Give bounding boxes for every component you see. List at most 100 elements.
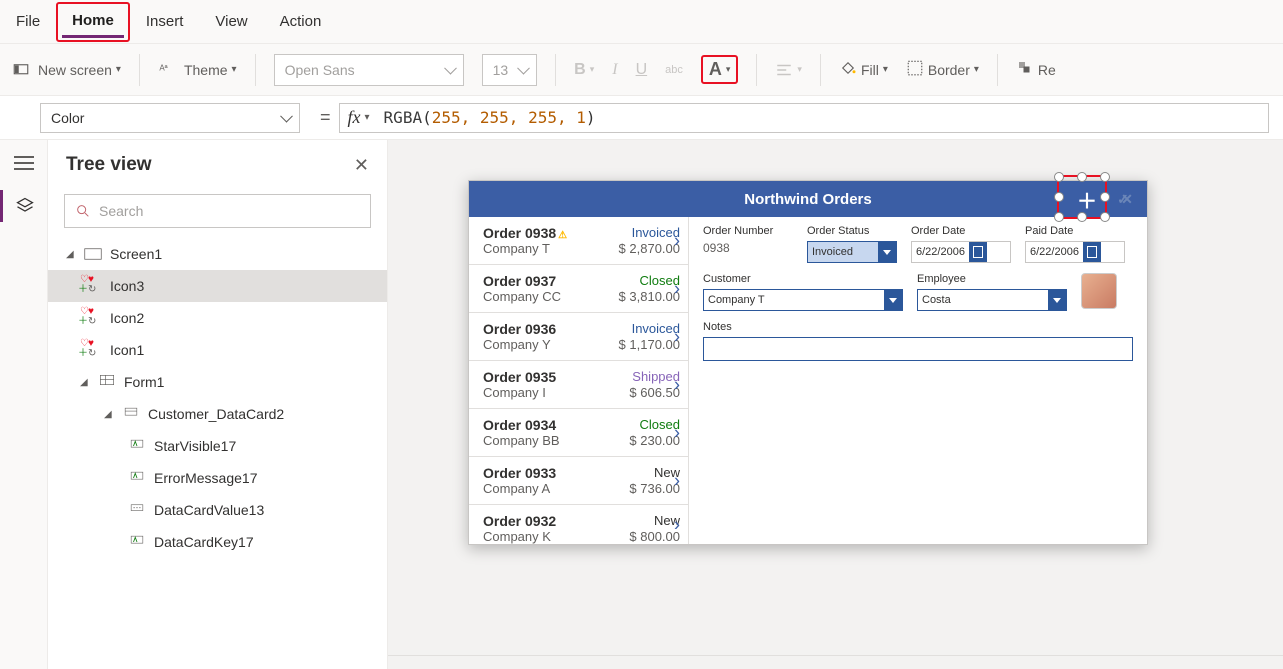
tree-title: Tree view <box>66 154 152 176</box>
tree-scroll[interactable]: ◢ Screen1 ♡♥＋↻ Icon3 ♡♥＋↻ Icon2 ♡♥＋↻ Ico… <box>48 238 387 669</box>
tree-datacardvalue[interactable]: DataCardValue13 <box>48 494 387 526</box>
label-order-date: Order Date <box>911 225 1011 237</box>
tree-panel: Tree view ✕ Search ◢ Screen1 ♡♥＋↻ Icon3 … <box>48 140 388 669</box>
tree-search-input[interactable]: Search <box>64 194 371 228</box>
tree-icon2-label: Icon2 <box>110 310 144 326</box>
label-order-status: Order Status <box>807 225 897 237</box>
order-row[interactable]: Order 0938⚠InvoicedCompany T$ 2,870.00› <box>469 217 688 265</box>
left-rail <box>0 140 48 669</box>
order-row[interactable]: Order 0933NewCompany A$ 736.00› <box>469 457 688 505</box>
tree-datacardkey[interactable]: DataCardKey17 <box>48 526 387 558</box>
bold-button[interactable]: B▾ <box>574 61 594 79</box>
tree-view-tab[interactable] <box>0 190 47 222</box>
order-row[interactable]: Order 0934ClosedCompany BB$ 230.00› <box>469 409 688 457</box>
strike-button[interactable]: abc <box>665 64 683 76</box>
tree-icon1[interactable]: ♡♥＋↻ Icon1 <box>48 334 387 366</box>
chevron-right-icon: › <box>674 326 680 347</box>
employee-dropdown[interactable]: Costa <box>917 289 1067 311</box>
theme-icon: Aª <box>158 61 176 79</box>
tree-datacardkey-label: DataCardKey17 <box>154 534 254 550</box>
order-row[interactable]: Order 0937ClosedCompany CC$ 3,810.00› <box>469 265 688 313</box>
menu-home[interactable]: Home <box>62 6 124 38</box>
border-button[interactable]: Border ▾ <box>906 59 979 80</box>
confirm-button[interactable]: ✓ <box>1103 181 1143 217</box>
label-employee: Employee <box>917 273 1067 285</box>
tree-starvisible[interactable]: StarVisible17 <box>48 430 387 462</box>
fill-label: Fill <box>861 62 879 78</box>
canvas-horizontal-scrollbar[interactable] <box>388 655 1283 669</box>
tree-starvisible-label: StarVisible17 <box>154 438 236 454</box>
label-notes: Notes <box>703 321 1133 333</box>
group-icon: ♡♥＋↻ <box>80 310 102 326</box>
fx-icon: fx <box>348 107 361 128</box>
chevron-right-icon: › <box>674 230 680 251</box>
menu-action[interactable]: Action <box>264 3 338 40</box>
highlight-home: Home <box>56 2 130 42</box>
menu-file[interactable]: File <box>0 3 56 40</box>
group-icon: ♡♥＋↻ <box>80 278 102 294</box>
new-screen-label: New screen <box>38 62 112 78</box>
customer-dropdown[interactable]: Company T <box>703 289 903 311</box>
notes-input[interactable] <box>703 337 1133 361</box>
align-button[interactable]: ▾ <box>775 61 802 79</box>
formula-bar: Color = fx ▾ RGBA(255, 255, 255, 1) <box>0 96 1283 140</box>
chevron-right-icon: › <box>674 278 680 299</box>
font-color-button[interactable]: A▾ <box>709 59 731 80</box>
add-order-button[interactable]: ＋ <box>1067 181 1107 217</box>
fill-button[interactable]: Fill ▾ <box>839 59 888 80</box>
label-icon <box>128 471 146 485</box>
form-icon <box>98 375 116 389</box>
main: Tree view ✕ Search ◢ Screen1 ♡♥＋↻ Icon3 … <box>0 140 1283 669</box>
new-screen-button[interactable]: New screen ▾ <box>38 62 121 78</box>
order-row[interactable]: Order 0935ShippedCompany I$ 606.50› <box>469 361 688 409</box>
search-icon <box>75 203 91 219</box>
reorder-icon <box>1016 59 1034 80</box>
chevron-right-icon: › <box>674 374 680 395</box>
formula-input[interactable]: fx ▾ RGBA(255, 255, 255, 1) <box>339 103 1269 133</box>
property-select[interactable]: Color <box>40 103 300 133</box>
label-icon <box>128 439 146 453</box>
app-title: Northwind Orders <box>469 191 1147 208</box>
paid-date-input[interactable]: 6/22/2006 <box>1025 241 1125 263</box>
tree-datacard[interactable]: ◢ Customer_DataCard2 <box>48 398 387 430</box>
order-row[interactable]: Order 0936InvoicedCompany Y$ 1,170.00› <box>469 313 688 361</box>
chevron-right-icon: › <box>674 470 680 491</box>
svg-text:Aª: Aª <box>159 63 167 72</box>
font-select[interactable]: Open Sans <box>274 54 464 86</box>
tree-screen1-label: Screen1 <box>110 246 162 262</box>
font-size-select[interactable]: 13 <box>482 54 538 86</box>
order-row[interactable]: Order 0932NewCompany K$ 800.00› <box>469 505 688 544</box>
tree-form1-label: Form1 <box>124 374 164 390</box>
app-preview: Northwind Orders ＋ ✕ ✓ Order 0938⚠Invoic… <box>468 180 1148 545</box>
menu-insert[interactable]: Insert <box>130 3 200 40</box>
tree-screen1[interactable]: ◢ Screen1 <box>48 238 387 270</box>
fill-icon <box>839 59 857 80</box>
tree-icon3[interactable]: ♡♥＋↻ Icon3 <box>48 270 387 302</box>
hamburger-icon[interactable] <box>14 156 34 170</box>
close-panel-button[interactable]: ✕ <box>354 155 369 176</box>
theme-button[interactable]: Theme ▾ <box>184 62 237 78</box>
chevron-right-icon: › <box>674 422 680 443</box>
status-dropdown[interactable]: Invoiced <box>807 241 897 263</box>
menu-view[interactable]: View <box>199 3 263 40</box>
tree-form1[interactable]: ◢ Form1 <box>48 366 387 398</box>
underline-button[interactable]: U <box>636 61 648 79</box>
new-screen-icon <box>12 61 30 79</box>
tree-errormsg[interactable]: ErrorMessage17 <box>48 462 387 494</box>
tree-errormsg-label: ErrorMessage17 <box>154 470 258 486</box>
chevron-right-icon: › <box>674 514 680 535</box>
tree-icon2[interactable]: ♡♥＋↻ Icon2 <box>48 302 387 334</box>
label-paid-date: Paid Date <box>1025 225 1125 237</box>
group-icon: ♡♥＋↻ <box>80 342 102 358</box>
order-date-input[interactable]: 6/22/2006 <box>911 241 1011 263</box>
border-icon <box>906 59 924 80</box>
tree-datacardvalue-label: DataCardValue13 <box>154 502 264 518</box>
italic-button[interactable]: I <box>612 61 617 79</box>
order-list[interactable]: Order 0938⚠InvoicedCompany T$ 2,870.00›O… <box>469 217 689 544</box>
search-placeholder: Search <box>99 203 143 219</box>
layers-icon <box>15 196 35 216</box>
theme-label: Theme <box>184 62 228 78</box>
tree-datacard-label: Customer_DataCard2 <box>148 406 284 422</box>
reorder-button[interactable]: Re <box>1016 59 1056 80</box>
canvas[interactable]: Northwind Orders ＋ ✕ ✓ Order 0938⚠Invoic… <box>388 140 1283 669</box>
